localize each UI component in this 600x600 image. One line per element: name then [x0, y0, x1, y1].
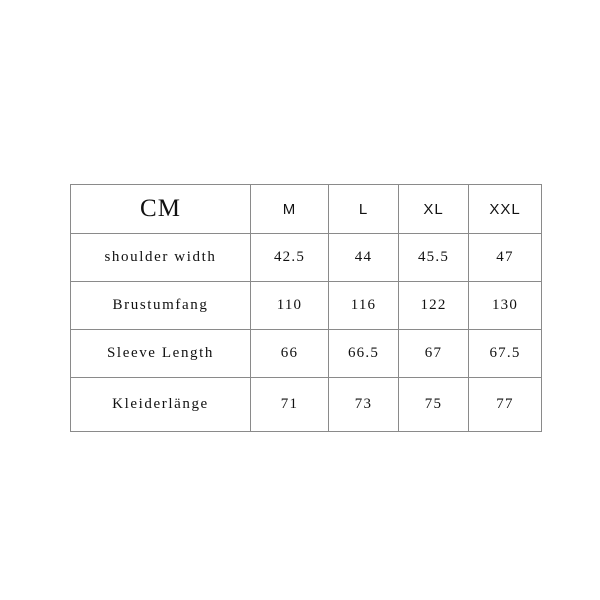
size-header-xl: XL [398, 184, 469, 234]
cell-sleeve-length-l: 66.5 [328, 329, 399, 378]
cell-brustumfang-xxl: 130 [468, 281, 542, 330]
cell-shoulder-width-xxl: 47 [468, 233, 542, 282]
row-label-kleiderlange: Kleiderlänge [70, 377, 251, 432]
table-row: Kleiderlänge 71 73 75 77 [70, 377, 542, 432]
size-chart-canvas: CM M L XL XXL shoulder width 42.5 44 45.… [0, 0, 600, 600]
cell-brustumfang-xl: 122 [398, 281, 469, 330]
cell-sleeve-length-m: 66 [250, 329, 329, 378]
cell-sleeve-length-xxl: 67.5 [468, 329, 542, 378]
cell-kleiderlange-xl: 75 [398, 377, 469, 432]
cell-brustumfang-m: 110 [250, 281, 329, 330]
cell-shoulder-width-xl: 45.5 [398, 233, 469, 282]
cell-brustumfang-l: 116 [328, 281, 399, 330]
size-header-xxl: XXL [468, 184, 542, 234]
table-row: shoulder width 42.5 44 45.5 47 [70, 233, 542, 282]
row-label-brustumfang: Brustumfang [70, 281, 251, 330]
row-label-shoulder-width: shoulder width [70, 233, 251, 282]
size-header-l: L [328, 184, 399, 234]
size-chart-container: CM M L XL XXL shoulder width 42.5 44 45.… [70, 184, 542, 432]
size-chart-table: CM M L XL XXL shoulder width 42.5 44 45.… [70, 184, 542, 432]
cell-kleiderlange-m: 71 [250, 377, 329, 432]
cell-sleeve-length-xl: 67 [398, 329, 469, 378]
cell-kleiderlange-xxl: 77 [468, 377, 542, 432]
size-header-m: M [250, 184, 329, 234]
cell-shoulder-width-l: 44 [328, 233, 399, 282]
table-header-row: CM M L XL XXL [70, 184, 542, 234]
unit-header-cell: CM [70, 184, 251, 234]
cell-shoulder-width-m: 42.5 [250, 233, 329, 282]
table-row: Sleeve Length 66 66.5 67 67.5 [70, 329, 542, 378]
table-row: Brustumfang 110 116 122 130 [70, 281, 542, 330]
row-label-sleeve-length: Sleeve Length [70, 329, 251, 378]
cell-kleiderlange-l: 73 [328, 377, 399, 432]
